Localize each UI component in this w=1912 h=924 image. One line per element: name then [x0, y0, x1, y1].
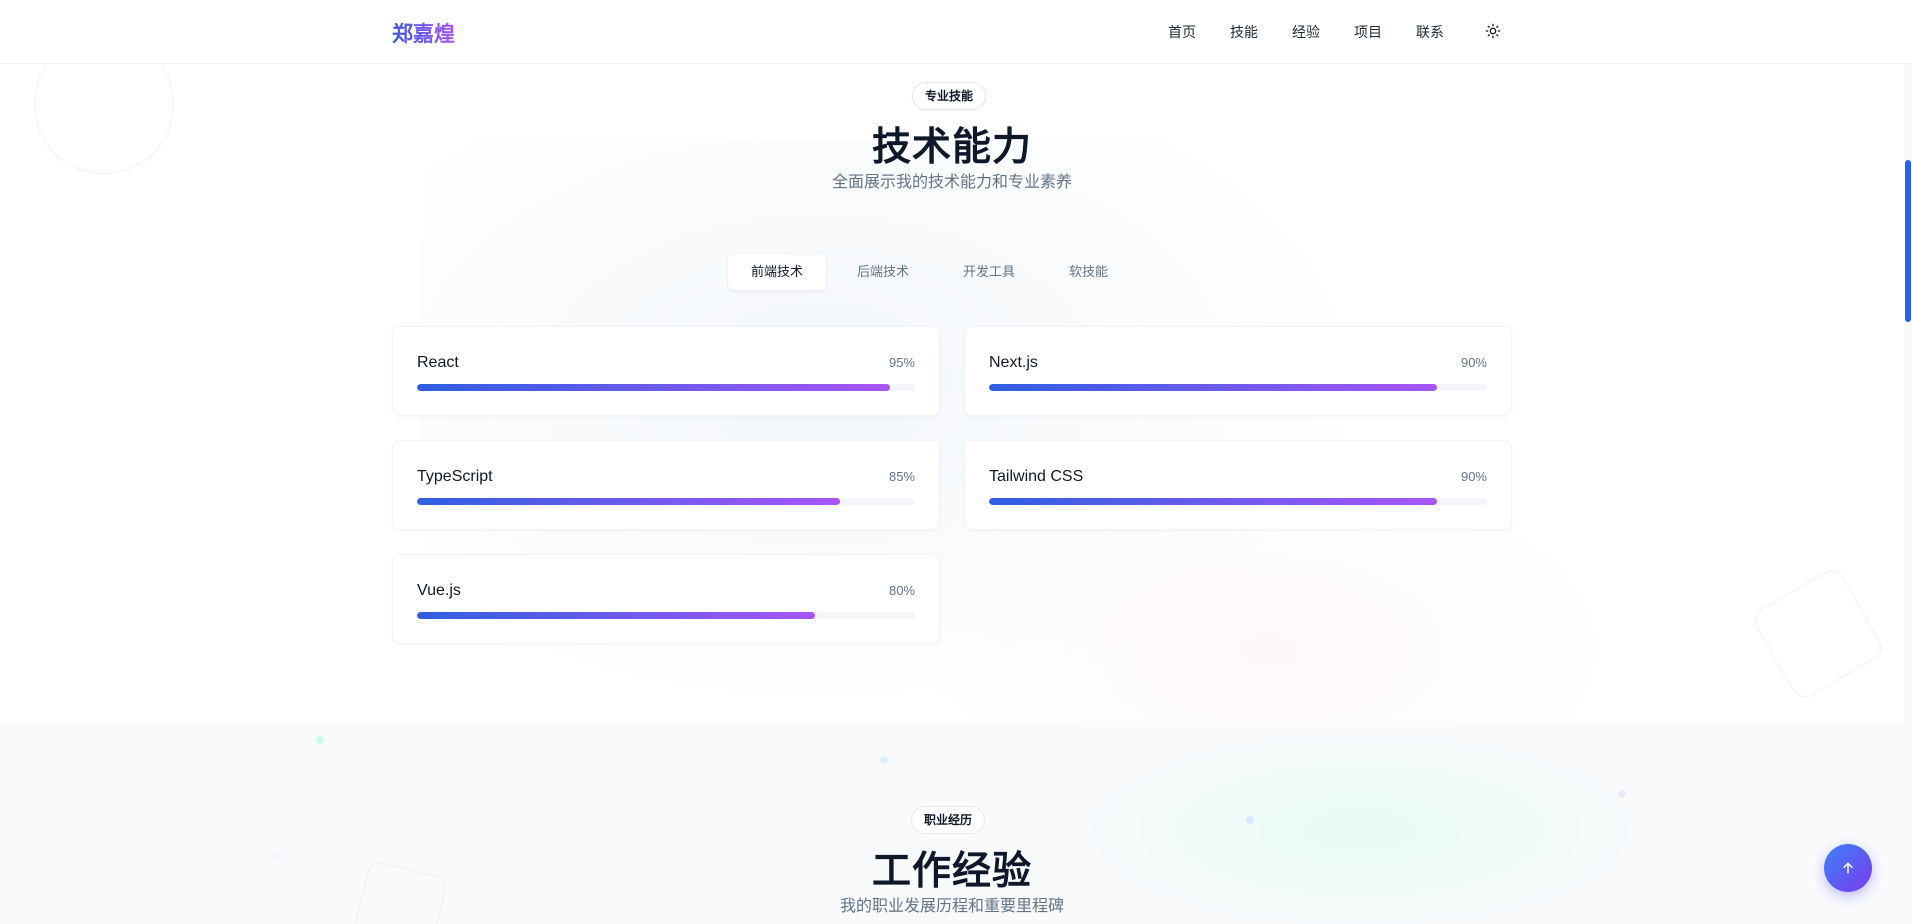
decorative-dot [880, 756, 888, 764]
nav-link-home[interactable]: 首页 [1168, 22, 1196, 42]
skill-percent: 90% [1460, 469, 1487, 484]
skill-name: TypeScript [417, 468, 493, 485]
scrollbar-thumb[interactable] [1905, 160, 1911, 322]
tab-frontend[interactable]: 前端技术 [728, 254, 827, 290]
skill-card: TypeScript 85% [392, 440, 940, 530]
skill-card: Next.js 90% [964, 326, 1512, 416]
skill-progress-track [417, 384, 915, 391]
decorative-dot [316, 736, 324, 744]
decorative-dot [1618, 790, 1626, 798]
skill-name: React [417, 354, 459, 371]
tab-backend[interactable]: 后端技术 [834, 254, 932, 290]
tab-dev-tools[interactable]: 开发工具 [940, 254, 1038, 290]
decorative-dot [1246, 816, 1254, 824]
skill-progress-fill [989, 384, 1438, 391]
skill-progress-fill [417, 498, 841, 505]
scroll-to-top-button[interactable] [1824, 844, 1872, 892]
skill-percent: 80% [888, 583, 915, 598]
section-badge: 专业技能 [912, 82, 987, 110]
skill-progress-track [417, 498, 915, 505]
skill-percent: 95% [888, 355, 915, 370]
skill-card: React 95% [392, 326, 940, 416]
arrow-up-icon [1843, 862, 1853, 874]
skill-progress-fill [989, 498, 1438, 505]
theme-toggle-button[interactable] [1483, 21, 1503, 41]
sun-icon [1485, 23, 1501, 39]
page: 郑嘉煌 首页 技能 经验 项目 联系 专业技能 技术能力 全面展示我的技术能力和… [0, 0, 1912, 924]
skill-name: Vue.js [417, 582, 461, 599]
tab-soft-skills[interactable]: 软技能 [1046, 254, 1131, 290]
decorative-square [1749, 565, 1887, 703]
skill-progress-track [989, 498, 1487, 505]
skill-progress-track [989, 384, 1487, 391]
top-navbar: 郑嘉煌 首页 技能 经验 项目 联系 [0, 0, 1912, 64]
skill-progress-fill [417, 612, 816, 619]
site-logo[interactable]: 郑嘉煌 [392, 18, 455, 48]
nav-links: 首页 技能 经验 项目 联系 [1168, 22, 1478, 42]
nav-link-skills[interactable]: 技能 [1230, 22, 1258, 42]
nav-link-projects[interactable]: 项目 [1354, 22, 1382, 42]
section-title: 工作经验 [871, 850, 1032, 893]
skill-category-tabs: 前端技术 后端技术 开发工具 软技能 [728, 254, 1139, 290]
skill-name: Tailwind CSS [989, 468, 1084, 485]
skill-percent: 90% [1460, 355, 1487, 370]
skill-name: Next.js [989, 354, 1038, 371]
section-subtitle: 我的职业发展历程和重要里程碑 [839, 898, 1064, 915]
skill-card: Tailwind CSS 90% [964, 440, 1512, 530]
section-badge: 职业经历 [911, 806, 986, 834]
section-title: 技术能力 [871, 126, 1032, 169]
skill-progress-fill [417, 384, 891, 391]
skill-percent: 85% [888, 469, 915, 484]
section-subtitle: 全面展示我的技术能力和专业素养 [831, 174, 1072, 191]
scrollbar-track[interactable] [1904, 0, 1912, 924]
skill-card: Vue.js 80% [392, 554, 940, 644]
skill-progress-track [417, 612, 915, 619]
nav-link-experience[interactable]: 经验 [1292, 22, 1320, 42]
nav-link-contact[interactable]: 联系 [1416, 22, 1444, 42]
